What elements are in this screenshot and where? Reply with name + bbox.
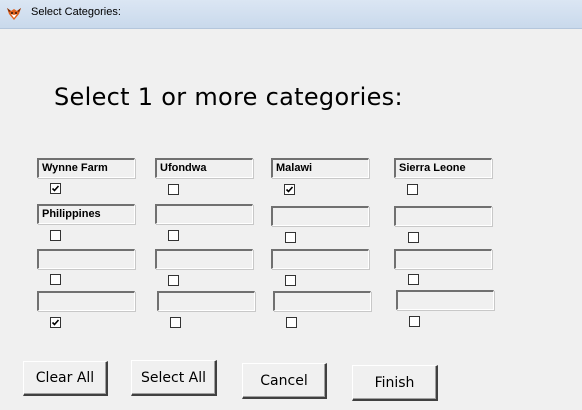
category-checkbox-15[interactable] <box>286 317 297 328</box>
category-field-14[interactable] <box>157 291 255 311</box>
select-all-button[interactable]: Select All <box>131 360 217 396</box>
category-field-5[interactable]: Philippines <box>37 204 135 224</box>
category-checkbox-12[interactable] <box>408 274 419 285</box>
category-field-1[interactable]: Wynne Farm <box>37 158 135 178</box>
category-checkbox-13[interactable] <box>50 317 61 328</box>
checkmark-icon <box>51 319 60 326</box>
category-checkbox-1[interactable] <box>50 183 61 194</box>
category-checkbox-10[interactable] <box>168 275 179 286</box>
category-checkbox-2[interactable] <box>168 184 179 195</box>
category-checkbox-6[interactable] <box>168 230 179 241</box>
category-checkbox-16[interactable] <box>409 316 420 327</box>
category-field-6[interactable] <box>155 204 253 224</box>
category-checkbox-14[interactable] <box>170 317 181 328</box>
category-field-2[interactable]: Ufondwa <box>155 158 253 178</box>
clear-all-button[interactable]: Clear All <box>23 361 108 396</box>
category-checkbox-9[interactable] <box>50 274 61 285</box>
category-checkbox-3[interactable] <box>284 184 295 195</box>
fox-icon[interactable] <box>6 6 22 22</box>
category-field-15[interactable] <box>273 291 371 311</box>
category-field-11[interactable] <box>271 249 369 269</box>
category-checkbox-4[interactable] <box>407 184 418 195</box>
category-field-16[interactable] <box>396 290 494 310</box>
category-checkbox-8[interactable] <box>408 232 419 243</box>
category-field-9[interactable] <box>37 249 135 269</box>
category-field-7[interactable] <box>271 206 369 226</box>
page-heading: Select 1 or more categories: <box>54 83 403 111</box>
category-field-10[interactable] <box>155 249 253 269</box>
category-field-4[interactable]: Sierra Leone <box>394 158 492 178</box>
category-field-13[interactable] <box>37 291 135 311</box>
category-checkbox-5[interactable] <box>50 230 61 241</box>
cancel-button[interactable]: Cancel <box>242 363 327 399</box>
window-title: Select Categories: <box>31 6 121 18</box>
category-field-8[interactable] <box>394 206 492 226</box>
category-checkbox-11[interactable] <box>285 275 296 286</box>
category-field-12[interactable] <box>394 249 492 269</box>
checkmark-icon <box>51 185 60 192</box>
finish-button[interactable]: Finish <box>352 365 438 401</box>
category-field-3[interactable]: Malawi <box>271 158 369 178</box>
checkmark-icon <box>285 186 294 193</box>
category-checkbox-7[interactable] <box>285 232 296 243</box>
title-bar[interactable]: Select Categories: <box>0 0 582 29</box>
